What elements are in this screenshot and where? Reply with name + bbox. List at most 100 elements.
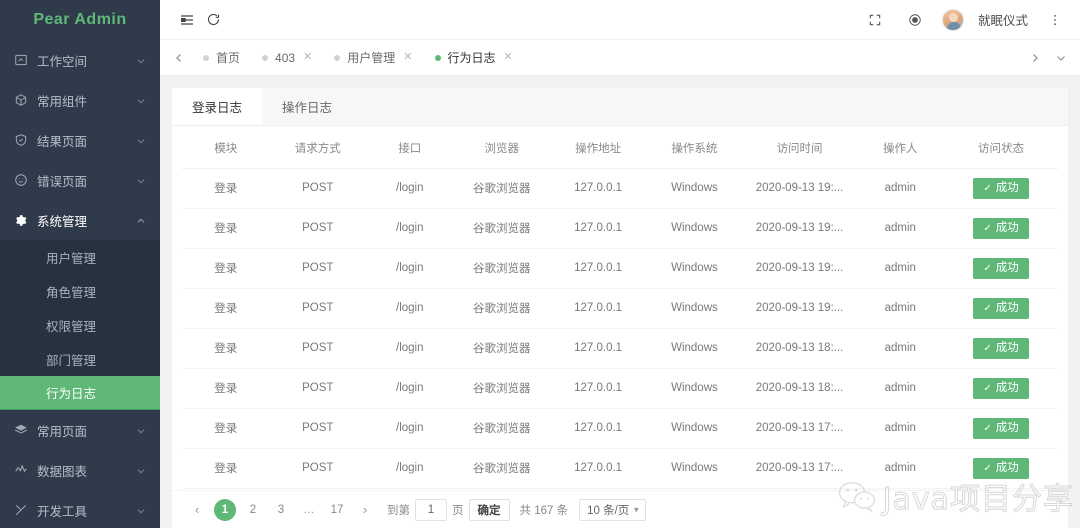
cell-os: Windows [646,288,743,329]
avatar[interactable] [941,8,964,31]
chevron-down-icon [136,95,146,105]
fullscreen-icon[interactable] [862,7,888,33]
tab-user-management[interactable]: 用户管理 ✕ [323,40,423,76]
chevron-left-icon[interactable] [166,40,192,76]
close-icon[interactable]: ✕ [303,52,312,63]
cell-method: POST [269,368,366,409]
pages-icon [13,423,28,438]
sidebar-item-dev-tools[interactable]: 开发工具 [0,490,160,528]
tab-status-dot [334,54,341,61]
pagination-page-1[interactable]: 1 [214,498,236,521]
sidebar-item-components[interactable]: 常用组件 [0,80,160,120]
pagination-next[interactable]: › [354,499,376,521]
app-root: Pear Admin 工作空间 常用组件 结果页面 错误页面 系统管理 用户管理… [0,0,1080,528]
cell-module: 登录 [182,368,270,409]
cell-module: 登录 [182,288,270,329]
tab-403[interactable]: 403 ✕ [251,40,323,76]
cell-browser: 谷歌浏览器 [453,368,550,409]
table-scroll-region[interactable]: 模块 请求方式 接口 浏览器 操作地址 操作系统 访问时间 操作人 访问状态 登… [172,126,1068,490]
topbar-right-group: 就眠仪式 [862,7,1068,33]
cell-operator: admin [856,328,945,369]
tab-activity-log[interactable]: 行为日志 ✕ [424,40,524,76]
tab-label: 首页 [216,51,241,65]
cell-api: /login [365,368,454,409]
cell-api: /login [365,288,454,329]
sidebar-item-department-management[interactable]: 部门管理 [0,342,160,376]
table-row[interactable]: 登录POST/login谷歌浏览器127.0.0.1Windows2020-09… [182,248,1058,289]
sidebar-item-error-pages[interactable]: 错误页面 [0,160,160,200]
status-label: 成功 [995,221,1019,234]
gear-icon [13,213,28,228]
sidebar-item-common-pages[interactable]: 常用页面 [0,410,160,450]
status-badge: ✓ 成功 [973,457,1029,479]
dashboard-icon [13,53,28,68]
cell-os: Windows [646,208,743,249]
cell-ip: 127.0.0.1 [549,408,647,449]
cell-module: 登录 [182,168,270,209]
more-vertical-icon[interactable] [1042,7,1068,33]
cell-time: 2020-09-13 17:... [742,408,857,449]
sidebar-subitem-label: 用户管理 [46,251,97,266]
sidebar-item-permission-management[interactable]: 权限管理 [0,308,160,342]
pagination-page-2[interactable]: 2 [242,499,264,521]
sidebar-item-system-management[interactable]: 系统管理 [0,200,160,240]
cell-ip: 127.0.0.1 [549,448,647,489]
sidebar-submenu-system: 用户管理 角色管理 权限管理 部门管理 行为日志 [0,240,160,410]
sidebar-item-activity-log[interactable]: 行为日志 [0,376,160,410]
error-face-icon [13,173,28,188]
table-row[interactable]: 登录POST/login谷歌浏览器127.0.0.1Windows2020-09… [182,328,1058,369]
cell-status: ✓成功 [944,248,1058,289]
sidebar-item-role-management[interactable]: 角色管理 [0,274,160,308]
cell-method: POST [269,208,366,249]
content-area: 登录日志 操作日志 模块 请求方式 接口 浏览器 操作地址 操作系统 访问时间 … [160,76,1080,528]
close-icon[interactable]: ✕ [403,52,412,63]
status-label: 成功 [995,182,1019,194]
pagination-page-17[interactable]: 17 [326,499,348,521]
refresh-icon[interactable] [200,7,226,33]
tab-operation-log[interactable]: 操作日志 [262,88,352,125]
chevron-down-icon [136,135,146,145]
sidebar-item-label: 错误页面 [37,174,88,189]
sidebar-item-label: 系统管理 [37,214,88,229]
cell-os: Windows [646,368,743,409]
table-row[interactable]: 登录POST/login谷歌浏览器127.0.0.1Windows2020-09… [182,408,1058,449]
pagination-ellipsis: … [303,503,315,516]
cell-time: 2020-09-13 19:... [742,208,857,249]
table-row[interactable]: 登录POST/login谷歌浏览器127.0.0.1Windows2020-09… [182,208,1058,249]
sidebar-item-user-management[interactable]: 用户管理 [0,240,160,274]
sidebar-item-workspace[interactable]: 工作空间 [0,40,160,80]
sidebar-item-data-charts[interactable]: 数据图表 [0,450,160,490]
cell-ip: 127.0.0.1 [549,168,647,209]
pagination-total-label: 共 167 条 [519,504,569,517]
cell-operator: admin [856,248,945,289]
check-icon: ✓ [983,182,992,194]
check-icon: ✓ [983,262,992,274]
theme-icon[interactable] [902,7,928,33]
pagination-page-3[interactable]: 3 [270,499,292,521]
pagination-prev[interactable]: ‹ [186,499,208,521]
col-module: 模块 [182,126,270,169]
tab-home[interactable]: 首页 [192,40,251,76]
chevron-down-icon [136,425,146,435]
chevron-right-icon[interactable] [1022,40,1048,76]
pagination-per-page-select[interactable]: 10 条/页 ▼ [579,498,647,521]
check-icon: ✓ [983,302,992,314]
pagination-goto-input[interactable] [415,498,447,521]
close-icon[interactable]: ✕ [504,52,513,63]
log-card: 登录日志 操作日志 模块 请求方式 接口 浏览器 操作地址 操作系统 访问时间 … [172,88,1068,528]
table-row[interactable]: 登录POST/login谷歌浏览器127.0.0.1Windows2020-09… [182,368,1058,409]
menu-collapse-icon[interactable] [174,7,200,33]
cell-os: Windows [646,168,743,209]
col-ip: 操作地址 [549,126,647,169]
table-row[interactable]: 登录POST/login谷歌浏览器127.0.0.1Windows2020-09… [182,288,1058,329]
table-row[interactable]: 登录POST/login谷歌浏览器127.0.0.1Windows2020-09… [182,168,1058,209]
table-row[interactable]: 登录POST/login谷歌浏览器127.0.0.1Windows2020-09… [182,448,1058,489]
tab-login-log[interactable]: 登录日志 [172,88,263,125]
sidebar-item-label: 工作空间 [37,54,88,69]
sidebar-item-result-pages[interactable]: 结果页面 [0,120,160,160]
tab-dropdown-icon[interactable] [1048,40,1074,76]
pagination-confirm-button[interactable]: 确定 [468,498,510,521]
cell-browser: 谷歌浏览器 [453,288,550,329]
pagination-goto-label: 到第 [387,504,410,517]
cell-method: POST [269,288,366,329]
